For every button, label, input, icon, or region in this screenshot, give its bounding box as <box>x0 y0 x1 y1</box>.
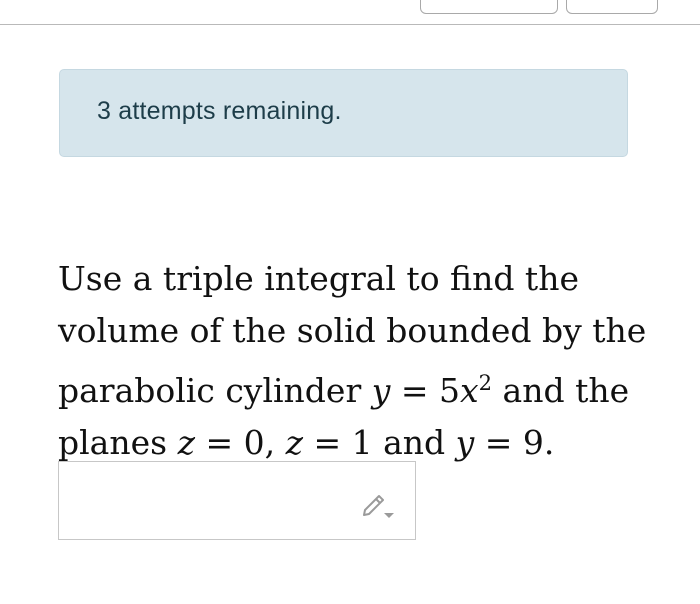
question-line-4-prefix: planes <box>58 423 178 462</box>
attempts-remaining-text: 3 attempts remaining. <box>97 97 342 125</box>
question-line-3: parabolic cylinder y = 5x2 and the <box>58 357 658 417</box>
header-divider <box>0 24 700 25</box>
math-editor-button[interactable] <box>357 485 397 521</box>
math-equals-0: = 0, <box>194 423 286 462</box>
math-var-z-1: z <box>177 423 195 462</box>
math-equals-9: = 9. <box>474 423 555 462</box>
math-exponent: 2 <box>478 371 493 395</box>
top-left-button[interactable] <box>420 0 558 14</box>
math-var-y-2: y <box>455 423 475 462</box>
answer-input[interactable] <box>58 461 416 540</box>
math-var-z-2: z <box>285 423 303 462</box>
math-var-x: x <box>460 371 479 410</box>
question-text: Use a triple integral to find the volume… <box>58 253 658 469</box>
top-right-button[interactable] <box>566 0 658 14</box>
math-equals-5: = 5 <box>390 371 461 410</box>
question-line-2: volume of the solid bounded by the <box>58 311 647 350</box>
math-equals-1: = 1 and <box>302 423 456 462</box>
math-var-y: y <box>371 371 391 410</box>
question-line-3-prefix: parabolic cylinder <box>58 371 372 410</box>
attempts-alert: 3 attempts remaining. <box>59 69 628 157</box>
question-line-3-suffix: and the <box>492 371 630 410</box>
question-line-1: Use a triple integral to find the <box>58 259 579 298</box>
pencil-dropdown-icon <box>363 495 394 518</box>
